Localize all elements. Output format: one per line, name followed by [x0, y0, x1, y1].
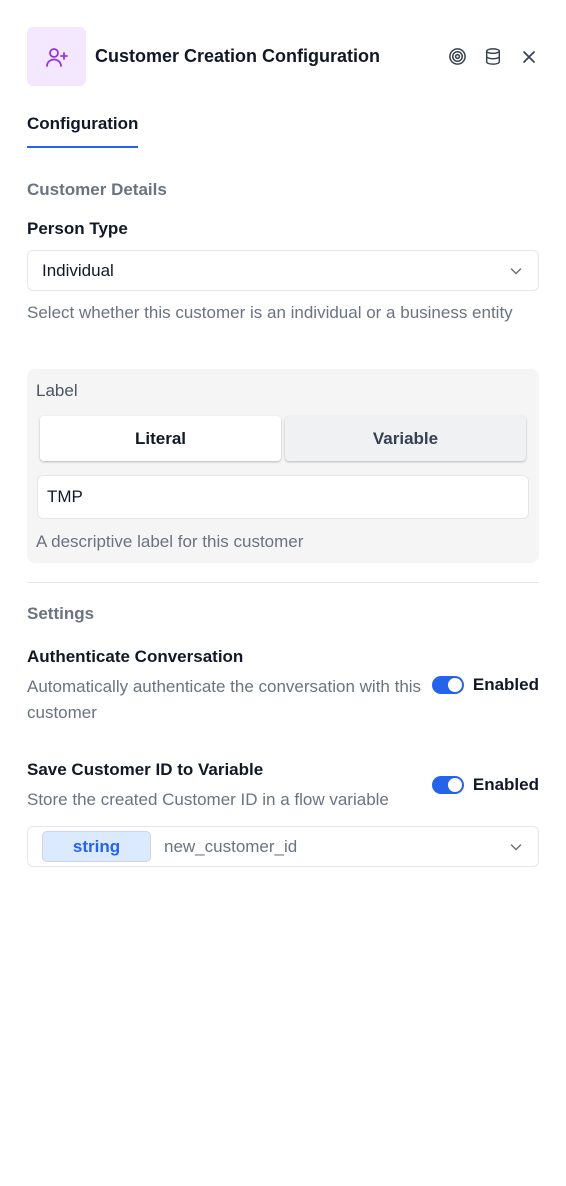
label-hint: A descriptive label for this customer: [36, 532, 304, 551]
person-type-value: Individual: [42, 260, 114, 280]
label-input[interactable]: TMP: [37, 475, 529, 519]
target-button[interactable]: [447, 47, 467, 67]
toggle-knob: [447, 778, 462, 792]
person-type-help: Select whether this customer is an indiv…: [27, 303, 513, 322]
save-id-title: Save Customer ID to Variable: [27, 760, 264, 779]
save-id-description: Store the created Customer ID in a flow …: [27, 790, 389, 809]
close-button[interactable]: [519, 47, 539, 67]
person-type-select[interactable]: Individual: [27, 250, 539, 291]
tab-bar: Configuration: [27, 114, 139, 148]
node-icon-tile: [27, 27, 86, 86]
user-plus-icon: [45, 47, 68, 67]
authenticate-toggle-label: Enabled: [472, 675, 539, 694]
mode-literal-button[interactable]: Literal: [40, 416, 281, 461]
label-mode-toggle: Literal Variable: [40, 416, 526, 461]
target-icon: [448, 48, 466, 65]
header-actions: [447, 47, 539, 67]
authenticate-title: Authenticate Conversation: [27, 647, 244, 666]
label-field-label: Label: [36, 381, 78, 400]
person-type-label: Person Type: [27, 219, 128, 238]
authenticate-description: Automatically authenticate the conversat…: [27, 677, 422, 722]
section-title-settings: Settings: [27, 604, 95, 623]
database-button[interactable]: [483, 47, 503, 67]
save-id-toggle[interactable]: [431, 776, 464, 794]
toggle-knob: [447, 678, 462, 692]
variable-type-badge: string: [42, 831, 151, 862]
close-icon: [523, 50, 535, 63]
save-id-toggle-group: Enabled: [431, 775, 539, 795]
database-icon: [485, 48, 501, 65]
variable-name: new_customer_id: [164, 836, 298, 856]
authenticate-toggle-group: Enabled: [431, 675, 539, 695]
variable-select[interactable]: string new_customer_id: [27, 826, 539, 867]
config-panel: Customer Creation Configuration Configur…: [0, 0, 566, 1186]
chevron-down-icon: [510, 843, 522, 851]
save-id-toggle-label: Enabled: [472, 775, 539, 794]
panel-header: Customer Creation Configuration: [27, 27, 539, 86]
label-field-group: Label Literal Variable TMP A descriptive…: [27, 369, 539, 563]
chevron-down-icon: [510, 267, 522, 275]
section-title-customer-details: Customer Details: [27, 180, 167, 199]
panel-title: Customer Creation Configuration: [95, 46, 381, 66]
tab-configuration[interactable]: Configuration: [27, 114, 139, 148]
authenticate-toggle[interactable]: [431, 676, 464, 694]
label-input-value: TMP: [47, 487, 83, 506]
section-divider: [27, 582, 539, 583]
mode-variable-button[interactable]: Variable: [285, 416, 526, 461]
